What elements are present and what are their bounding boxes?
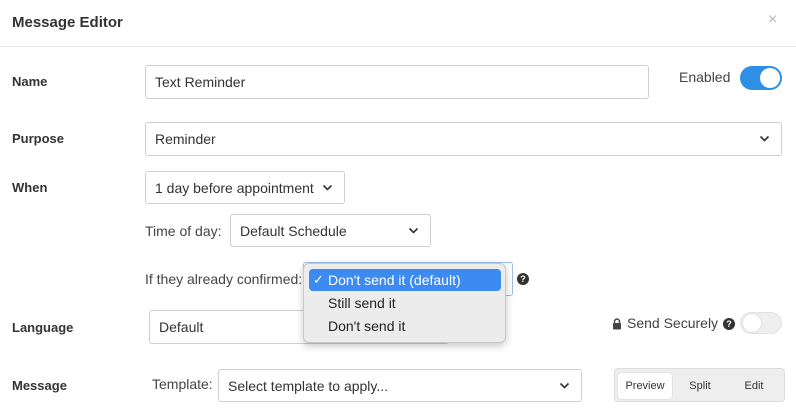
option-label: Don't send it (default) [328,272,461,288]
time-of-day-label: Time of day: [145,223,222,239]
help-icon[interactable]: ? [723,318,735,330]
purpose-select-value: Reminder [155,131,216,147]
toggle-knob [743,314,761,332]
dropdown-option-dont-send-default[interactable]: ✓ Don't send it (default) [309,269,501,291]
language-select-value: Default [159,319,204,335]
chevron-down-icon [759,134,770,143]
enabled-toggle[interactable] [740,66,782,90]
dialog-title: Message Editor [12,14,123,31]
purpose-select[interactable]: Reminder [145,122,782,156]
toggle-knob [760,68,780,88]
template-label: Template: [152,376,213,392]
send-securely-toggle[interactable] [740,312,782,334]
name-label: Name [12,74,48,89]
preview-mode-button[interactable]: Preview [618,373,672,399]
chevron-down-icon [408,226,419,235]
confirmed-dropdown-menu: ✓ Don't send it (default) Still send it … [303,263,506,343]
split-mode-button[interactable]: Split [673,373,727,399]
checkmark-icon: ✓ [313,272,324,287]
time-of-day-select[interactable]: Default Schedule [230,214,431,247]
message-label: Message [12,378,67,393]
send-securely-label: Send Securely [627,315,719,331]
when-select-value: 1 day before appointment [155,179,314,196]
view-mode-toggle: Preview Split Edit [614,368,785,402]
help-icon[interactable]: ? [517,273,529,285]
template-select-value: Select template to apply... [228,377,389,394]
chevron-down-icon [559,381,570,390]
dropdown-option-dont-send[interactable]: Don't send it [309,315,501,337]
time-of-day-value: Default Schedule [240,222,347,239]
language-label: Language [12,320,74,335]
chevron-down-icon [322,183,333,192]
dropdown-option-still-send[interactable]: Still send it [309,292,501,314]
option-label: Don't send it [328,318,406,334]
edit-mode-button[interactable]: Edit [727,373,781,399]
template-select[interactable]: Select template to apply... [218,369,582,402]
when-label: When [12,180,48,195]
option-label: Still send it [328,295,396,311]
name-input-value: Text Reminder [155,74,246,90]
confirmed-label: If they already confirmed: [145,271,303,287]
dialog-header: Message Editor × [0,0,796,47]
close-icon[interactable]: × [768,11,777,29]
when-select[interactable]: 1 day before appointment [145,171,345,204]
enabled-label: Enabled [679,69,731,85]
lock-icon [612,317,622,335]
name-input[interactable]: Text Reminder [145,65,649,99]
purpose-label: Purpose [12,131,65,146]
